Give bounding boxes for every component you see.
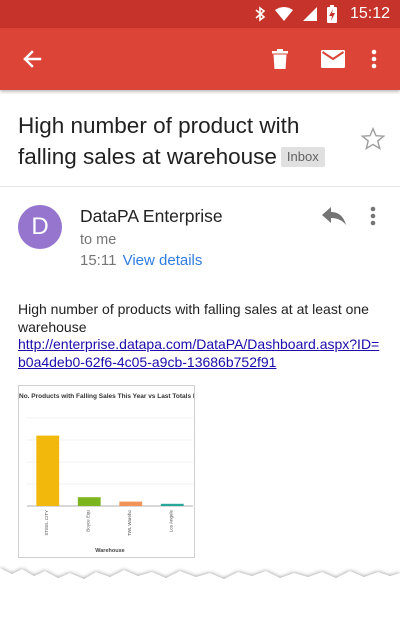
dashboard-link[interactable]: http://enterprise.datapa.com/DataPA/Dash… (18, 335, 383, 371)
inbox-label[interactable]: Inbox (280, 147, 325, 167)
more-vert-icon (371, 49, 377, 69)
header-divider (0, 186, 400, 187)
chart-bar (36, 435, 60, 506)
status-bar: 15:12 (0, 0, 400, 28)
status-time: 15:12 (349, 5, 390, 22)
x-tick-label: STEEL CITY (44, 510, 49, 536)
message-more-button[interactable] (366, 204, 380, 228)
battery-icon (326, 5, 337, 23)
view-details-link[interactable]: View details (123, 252, 203, 269)
star-button[interactable] (360, 126, 386, 152)
x-tick-label: Los Angele (168, 510, 173, 533)
more-vert-icon (370, 206, 376, 226)
back-arrow-icon (23, 50, 42, 68)
bar-chart: STEEL CITY Boyce Equ TWL Wareho Los Angele W… (27, 417, 193, 554)
app-bar (0, 28, 400, 90)
delete-button[interactable] (262, 28, 298, 90)
mark-unread-button[interactable] (314, 28, 352, 90)
chart-bar (119, 501, 143, 506)
bluetooth-icon (255, 6, 266, 22)
subject-text: High number of product with falling sale… (18, 113, 300, 169)
mail-icon (321, 50, 345, 68)
reply-button[interactable] (320, 204, 348, 228)
message-time-row: 15:11 View details (80, 252, 202, 269)
chart-bar (160, 503, 184, 506)
chart-attachment[interactable]: No. Products with Falling Sales This Yea… (18, 385, 195, 558)
x-tick-label: TWL Wareho (127, 510, 132, 537)
delete-icon (272, 49, 288, 69)
reply-icon (322, 207, 346, 225)
chart-bar (77, 497, 101, 506)
star-icon (360, 126, 386, 151)
back-button[interactable] (10, 28, 54, 90)
email-subject: High number of product with falling sale… (18, 110, 348, 172)
sender-name: DataPA Enterprise (80, 206, 223, 226)
more-options-button[interactable] (360, 28, 388, 90)
signal-icon (302, 7, 317, 21)
x-axis-label: Warehouse (95, 548, 124, 554)
message-time: 15:11 (80, 252, 117, 269)
recipient-text: to me (80, 232, 117, 248)
status-icons: 15:12 (254, 0, 390, 28)
wifi-icon (274, 7, 293, 21)
avatar[interactable]: D (18, 205, 62, 249)
x-tick-label: Boyce Equ (85, 510, 90, 532)
email-body-text: High number of products with falling sal… (18, 301, 369, 335)
torn-edge (0, 568, 400, 631)
